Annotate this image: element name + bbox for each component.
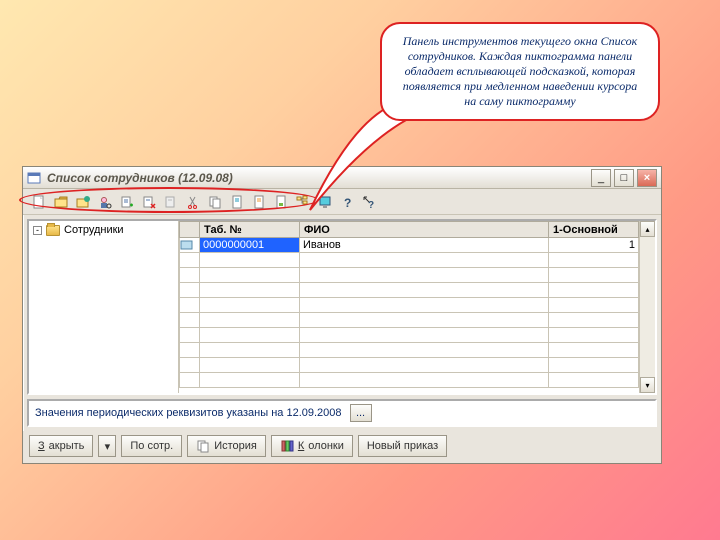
cell-main: 1 (549, 238, 639, 253)
table-header-row: Таб. № ФИО 1-Основной (180, 222, 639, 238)
form-delete-icon[interactable] (139, 192, 158, 211)
copy-icon[interactable] (205, 192, 224, 211)
columns-button[interactable]: Колонки (271, 435, 353, 457)
person-search-icon[interactable] (95, 192, 114, 211)
col-fio[interactable]: ФИО (300, 222, 549, 238)
columns-underline: К (298, 440, 304, 452)
table-row[interactable] (180, 358, 639, 373)
tree-panel: - Сотрудники (29, 221, 179, 393)
doc1-icon[interactable] (227, 192, 246, 211)
status-date-button[interactable]: ... (350, 404, 372, 422)
close-underline: З (38, 440, 45, 452)
app-icon (27, 171, 41, 185)
history-button[interactable]: История (187, 435, 266, 457)
table-row[interactable] (180, 328, 639, 343)
table-row[interactable] (180, 253, 639, 268)
col-icon[interactable] (180, 222, 200, 238)
cut-icon[interactable] (183, 192, 202, 211)
doc2-icon[interactable] (249, 192, 268, 211)
tree-root-label: Сотрудники (64, 224, 124, 236)
table-row[interactable] (180, 313, 639, 328)
columns-rest: олонки (308, 440, 344, 452)
scroll-down-button[interactable]: ▾ (640, 377, 655, 393)
close-rest: акрыть (49, 440, 85, 452)
new-order-button[interactable]: Новый приказ (358, 435, 447, 457)
col-main[interactable]: 1-Основной (549, 222, 639, 238)
sort-label: По сотр. (130, 440, 173, 452)
close-button[interactable]: × (637, 169, 657, 187)
cell-tab-no: 0000000001 (200, 238, 300, 253)
open-folder-icon[interactable] (51, 192, 70, 211)
callout-bubble: Панель инструментов текущего окна Список… (380, 22, 660, 121)
tree-minus-icon: - (33, 226, 42, 235)
close-dropdown-button[interactable]: ▾ (98, 435, 116, 457)
tree-root-item[interactable]: - Сотрудники (31, 223, 176, 237)
minimize-button[interactable]: _ (591, 169, 611, 187)
history-icon (196, 439, 210, 453)
status-line: Значения периодических реквизитов указан… (27, 399, 657, 427)
scroll-up-button[interactable]: ▴ (640, 221, 655, 237)
form-edit-icon[interactable] (161, 192, 180, 211)
new-order-label: Новый приказ (367, 440, 438, 452)
folder-icon (46, 225, 60, 236)
col-tab-no[interactable]: Таб. № (200, 222, 300, 238)
maximize-button[interactable]: □ (614, 169, 634, 187)
scroll-track[interactable] (640, 237, 655, 377)
callout-text: Панель инструментов текущего окна Список… (403, 34, 637, 108)
sort-by-employee-button[interactable]: По сотр. (121, 435, 182, 457)
table-row[interactable] (180, 283, 639, 298)
row-icon-cell (180, 238, 200, 253)
status-text: Значения периодических реквизитов указан… (35, 407, 342, 419)
doc3-icon[interactable] (271, 192, 290, 211)
close-window-button[interactable]: Закрыть (29, 435, 93, 457)
table-row[interactable] (180, 268, 639, 283)
data-grid[interactable]: Таб. № ФИО 1-Основной 0000000001Иванов1 (179, 221, 639, 393)
table-row[interactable] (180, 373, 639, 388)
table-row[interactable] (180, 343, 639, 358)
vertical-scrollbar[interactable]: ▴ ▾ (639, 221, 655, 393)
columns-icon (280, 439, 294, 453)
content-area: - Сотрудники Таб. № ФИО 1-Основной (27, 219, 657, 395)
history-label: История (214, 440, 257, 452)
folder-new-icon[interactable] (73, 192, 92, 211)
table-row[interactable]: 0000000001Иванов1 (180, 238, 639, 253)
form-add-icon[interactable] (117, 192, 136, 211)
cell-fio: Иванов (300, 238, 549, 253)
bottom-bar: Закрыть ▾ По сотр. История Колонки Новый… (23, 431, 661, 463)
table-row[interactable] (180, 298, 639, 313)
new-doc-icon[interactable] (29, 192, 48, 211)
grid-panel: Таб. № ФИО 1-Основной 0000000001Иванов1 … (179, 221, 655, 393)
